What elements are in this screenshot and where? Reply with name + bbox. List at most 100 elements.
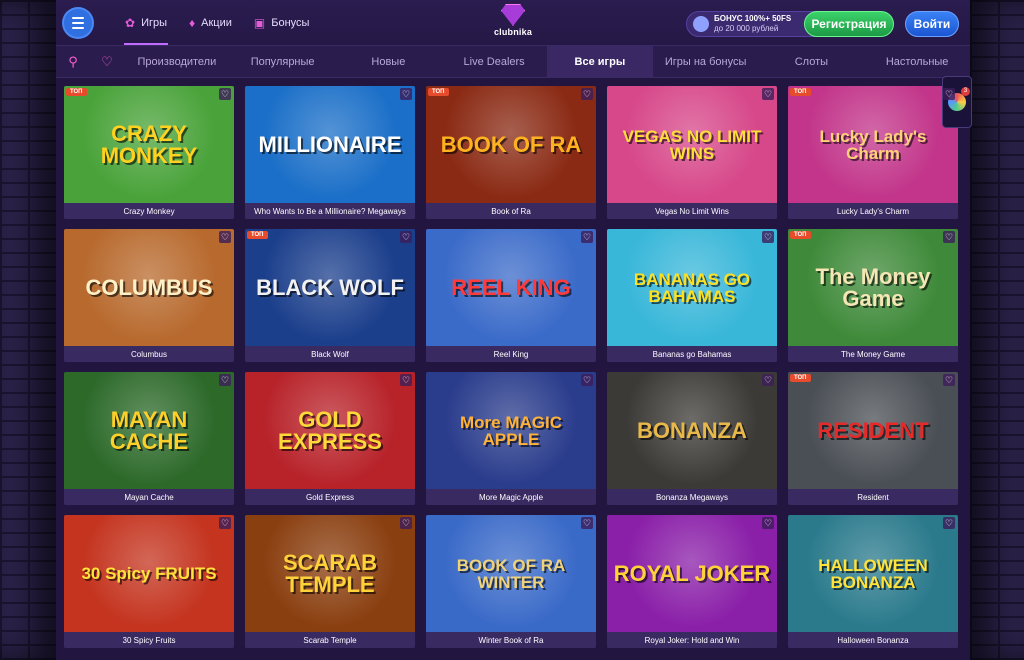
game-thumbnail[interactable]: BLACK WOLF (245, 229, 415, 346)
game-card[interactable]: ♡ GOLD EXPRESS Gold Express (245, 372, 415, 505)
game-thumbnail[interactable]: MILLIONAIRE (245, 86, 415, 203)
tab-7[interactable]: Настольные (864, 46, 970, 77)
game-card[interactable]: ♡ MILLIONAIRE Who Wants to Be a Millionair… (245, 86, 415, 219)
tab-6[interactable]: Слоты (759, 46, 865, 77)
game-thumbnail[interactable]: CRAZY MONKEY (64, 86, 234, 203)
game-name: Lucky Lady's Charm (788, 203, 958, 219)
game-thumbnail[interactable]: More MAGIC APPLE (426, 372, 596, 489)
favorite-heart-icon[interactable]: ♡ (943, 374, 955, 386)
game-logo-text: More MAGIC APPLE (460, 412, 562, 449)
game-name: Who Wants to Be a Millionaire? Megaways (245, 203, 415, 219)
game-thumbnail[interactable]: BANANAS GO BAHAMAS (607, 229, 777, 346)
site-frame: ✿ Игры ♦ Акции ▣ Бонусы clubnika БОНУС 1… (56, 0, 972, 660)
game-card[interactable]: ♡ BONANZA Bonanza Megaways (607, 372, 777, 505)
favorite-heart-icon[interactable]: ♡ (581, 517, 593, 529)
tab-2[interactable]: Новые (336, 46, 442, 77)
favorite-heart-icon[interactable]: ♡ (762, 88, 774, 100)
favorite-heart-icon[interactable]: ♡ (762, 374, 774, 386)
flame-icon: ♦ (189, 15, 196, 30)
game-card[interactable]: ТОП ♡ BOOK OF RA Book of Ra (426, 86, 596, 219)
nav-item-promotions[interactable]: ♦ Акции (178, 0, 243, 45)
game-thumbnail[interactable]: COLUMBUS (64, 229, 234, 346)
top-badge: ТОП (66, 88, 87, 96)
game-card[interactable]: ТОП ♡ Lucky Lady's Charm Lucky Lady's Charm (788, 86, 958, 219)
game-logo-text: CRAZY MONKEY (100, 120, 198, 168)
nav-item-games[interactable]: ✿ Игры (114, 0, 178, 45)
game-logo-text: HALLOWEEN BONANZA (818, 555, 928, 592)
favorite-heart-icon[interactable]: ♡ (943, 517, 955, 529)
game-card[interactable]: ♡ BOOK OF RA WINTER Winter Book of Ra (426, 515, 596, 648)
game-logo-text: COLUMBUS (85, 274, 213, 300)
game-thumbnail[interactable]: Lucky Lady's Charm (788, 86, 958, 203)
game-card[interactable]: ♡ MAYAN CACHE Mayan Cache (64, 372, 234, 505)
game-thumbnail[interactable]: MAYAN CACHE (64, 372, 234, 489)
favorite-heart-icon[interactable]: ♡ (762, 231, 774, 243)
game-logo-text: GOLD EXPRESS (278, 406, 382, 454)
nav-item-bonuses[interactable]: ▣ Бонусы (243, 0, 321, 45)
favorite-heart-icon[interactable]: ♡ (581, 231, 593, 243)
game-card[interactable]: ТОП ♡ CRAZY MONKEY Crazy Monkey (64, 86, 234, 219)
favorite-heart-icon[interactable]: ♡ (943, 88, 955, 100)
game-thumbnail[interactable]: HALLOWEEN BONANZA (788, 515, 958, 632)
game-name: Scarab Temple (245, 632, 415, 648)
register-button[interactable]: Регистрация (804, 11, 894, 37)
game-name: Halloween Bonanza (788, 632, 958, 648)
game-logo-text: BONANZA (637, 417, 747, 443)
game-name: Crazy Monkey (64, 203, 234, 219)
favorite-heart-icon[interactable]: ♡ (400, 88, 412, 100)
game-thumbnail[interactable]: REEL KING (426, 229, 596, 346)
tab-1[interactable]: Популярные (230, 46, 336, 77)
tab-4[interactable]: Все игры (547, 46, 653, 77)
game-thumbnail[interactable]: BOOK OF RA (426, 86, 596, 203)
favorite-heart-icon[interactable]: ♡ (400, 374, 412, 386)
support-chat-widget[interactable]: 3 (942, 76, 972, 128)
game-thumbnail[interactable]: BONANZA (607, 372, 777, 489)
strawberry-logo-icon (501, 4, 525, 26)
game-card[interactable]: ТОП ♡ RESIDENT Resident (788, 372, 958, 505)
game-thumbnail[interactable]: ROYAL JOKER (607, 515, 777, 632)
game-logo-text: The Money Game (815, 263, 931, 311)
top-badge: ТОП (790, 88, 811, 96)
favorite-heart-icon[interactable]: ♡ (943, 231, 955, 243)
game-card[interactable]: ТОП ♡ The Money Game The Money Game (788, 229, 958, 362)
game-name: 30 Spicy Fruits (64, 632, 234, 648)
tab-5[interactable]: Игры на бонусы (653, 46, 759, 77)
game-card[interactable]: ♡ COLUMBUS Columbus (64, 229, 234, 362)
tab-0[interactable]: Производители (124, 46, 230, 77)
game-card[interactable]: ♡ REEL KING Reel King (426, 229, 596, 362)
game-thumbnail[interactable]: The Money Game (788, 229, 958, 346)
favorite-heart-icon[interactable]: ♡ (219, 374, 231, 386)
game-thumbnail[interactable]: 30 Spicy FRUITS (64, 515, 234, 632)
game-card[interactable]: ♡ 30 Spicy FRUITS 30 Spicy Fruits (64, 515, 234, 648)
game-thumbnail[interactable]: BOOK OF RA WINTER (426, 515, 596, 632)
favorite-heart-icon[interactable]: ♡ (219, 517, 231, 529)
game-card[interactable]: ♡ SCARAB TEMPLE Scarab Temple (245, 515, 415, 648)
search-icon[interactable]: ⚲ (56, 54, 90, 70)
game-card[interactable]: ТОП ♡ BLACK WOLF Black Wolf (245, 229, 415, 362)
site-logo[interactable]: clubnika (494, 4, 532, 37)
game-card[interactable]: ♡ HALLOWEEN BONANZA Halloween Bonanza (788, 515, 958, 648)
game-thumbnail[interactable]: VEGAS NO LIMIT WINS (607, 86, 777, 203)
tab-3[interactable]: Live Dealers (441, 46, 547, 77)
nav-item-label: Игры (141, 16, 168, 29)
game-card[interactable]: ♡ BANANAS GO BAHAMAS Bananas go Bahamas (607, 229, 777, 362)
game-card[interactable]: ♡ More MAGIC APPLE More Magic Apple (426, 372, 596, 505)
hamburger-menu-button[interactable] (64, 8, 92, 37)
favorite-heart-icon[interactable]: ♡ (219, 88, 231, 100)
login-button[interactable]: Войти (905, 11, 959, 37)
favorite-heart-icon[interactable]: ♡ (219, 231, 231, 243)
game-thumbnail[interactable]: RESIDENT (788, 372, 958, 489)
game-thumbnail[interactable]: SCARAB TEMPLE (245, 515, 415, 632)
favorite-heart-icon[interactable]: ♡ (762, 517, 774, 529)
games-grid: ТОП ♡ CRAZY MONKEY Crazy Monkey ♡ MILLIONAIRE… (64, 86, 958, 648)
game-name: Royal Joker: Hold and Win (607, 632, 777, 648)
favorite-heart-icon[interactable]: ♡ (581, 88, 593, 100)
game-card[interactable]: ♡ VEGAS NO LIMIT WINS Vegas No Limit Wins (607, 86, 777, 219)
favorites-heart-icon[interactable]: ♡ (90, 54, 124, 70)
favorite-heart-icon[interactable]: ♡ (400, 231, 412, 243)
favorite-heart-icon[interactable]: ♡ (581, 374, 593, 386)
favorite-heart-icon[interactable]: ♡ (400, 517, 412, 529)
game-thumbnail[interactable]: GOLD EXPRESS (245, 372, 415, 489)
game-card[interactable]: ♡ ROYAL JOKER Royal Joker: Hold and Win (607, 515, 777, 648)
category-tabs: ⚲ ♡ Производители Популярные Новые Live Dea… (56, 46, 970, 78)
